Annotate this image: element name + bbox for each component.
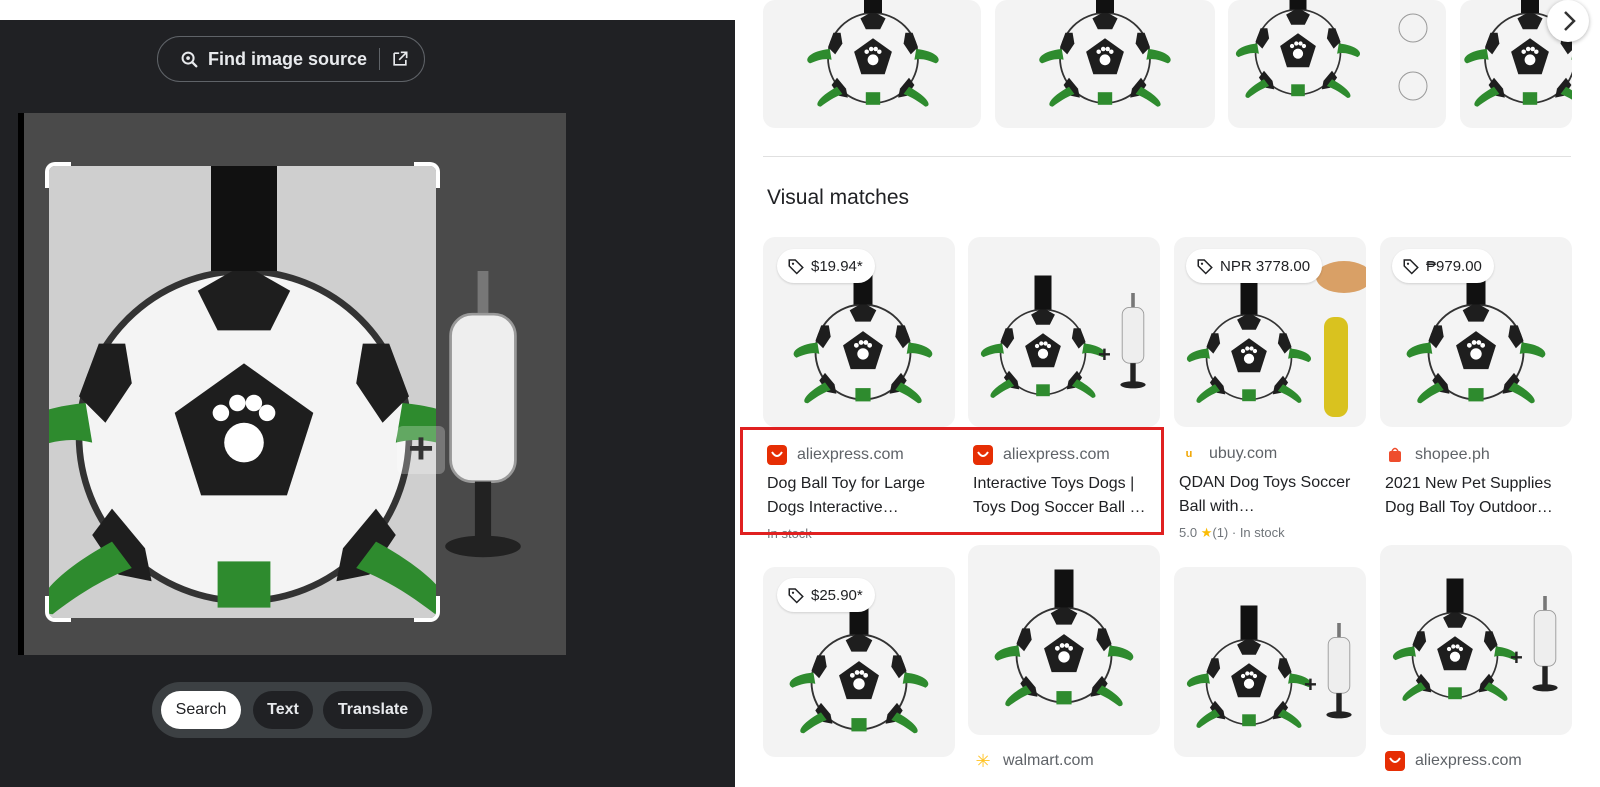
price-tag-icon [1197, 259, 1213, 275]
plus-icon[interactable]: + [397, 426, 445, 474]
result-source[interactable]: shopee.ph [1385, 445, 1490, 465]
review-count: (1) [1212, 525, 1229, 540]
walmart-favicon: ✳ [973, 751, 993, 771]
red-highlight-box [740, 427, 1164, 535]
pump-image [443, 269, 523, 559]
svg-text:+: + [1304, 672, 1317, 697]
result-image-7[interactable]: + [1174, 567, 1366, 757]
result-card-top[interactable] [1228, 0, 1446, 128]
image-edge [18, 113, 24, 655]
crop-handle-top-left[interactable] [45, 162, 71, 188]
result-source[interactable]: u ubuy.com [1179, 444, 1277, 464]
product-thumbnail: + [980, 274, 1147, 399]
site-name: walmart.com [1003, 752, 1094, 769]
lens-mode-switcher: Search Text Translate [152, 682, 432, 738]
crop-selection[interactable] [49, 166, 436, 618]
crop-handle-bottom-right[interactable] [414, 596, 440, 622]
product-thumbnail [1235, 0, 1428, 101]
product-thumbnail [993, 568, 1135, 708]
product-thumbnail [1038, 0, 1172, 108]
find-image-source-button[interactable]: Find image source [157, 36, 425, 82]
price-text: NPR 3778.00 [1220, 257, 1311, 275]
crop-handle-top-right[interactable] [414, 162, 440, 188]
price-tag-icon [788, 259, 804, 275]
tab-text[interactable]: Text [253, 691, 313, 729]
svg-text:+: + [1510, 645, 1523, 670]
result-card-top[interactable] [763, 0, 981, 128]
site-name: ubuy.com [1209, 445, 1278, 462]
stock-status: In stock [1239, 525, 1285, 540]
result-image-8[interactable]: + [1380, 545, 1572, 735]
svg-text:+: + [1098, 342, 1111, 367]
price-tag-icon [788, 588, 804, 604]
external-link-icon [393, 51, 408, 66]
tab-translate[interactable]: Translate [323, 691, 423, 729]
product-thumbnail [806, 0, 940, 108]
result-title[interactable]: 2021 New Pet Supplies Dog Ball Toy Outdo… [1385, 472, 1565, 520]
rating-value: 5.0 [1179, 525, 1198, 540]
site-name: shopee.ph [1415, 446, 1490, 463]
star-icon: ★ [1200, 525, 1213, 540]
result-source[interactable]: ✳ walmart.com [973, 751, 1094, 771]
price-badge: NPR 3778.00 [1186, 249, 1323, 283]
site-name: aliexpress.com [1415, 752, 1522, 769]
visual-matches-heading: Visual matches [767, 186, 910, 209]
result-image-6[interactable] [968, 545, 1160, 735]
ubuy-favicon: u [1179, 444, 1199, 464]
price-badge: $25.90* [777, 578, 875, 612]
result-image-2[interactable]: + [968, 237, 1160, 427]
section-divider [763, 156, 1571, 157]
product-thumbnail: + [1186, 604, 1353, 729]
price-text: $19.94* [811, 257, 863, 275]
result-card-top[interactable] [995, 0, 1215, 128]
price-text: $25.90* [811, 586, 863, 604]
product-thumbnail: + [1392, 577, 1559, 702]
tab-search[interactable]: Search [161, 691, 241, 729]
lens-search-icon [181, 51, 198, 68]
selected-ball-image [49, 166, 436, 618]
find-image-source-label: Find image source [208, 48, 368, 69]
price-badge: ₱979.00 [1392, 249, 1494, 283]
result-source[interactable]: aliexpress.com [1385, 751, 1522, 771]
rating-row: 5.0 ★(1) · In stock [1179, 525, 1285, 540]
price-badge: $19.94* [777, 249, 875, 283]
aliexpress-favicon [1385, 751, 1405, 771]
crop-handle-bottom-left[interactable] [45, 596, 71, 622]
chevron-right-icon[interactable] [1547, 0, 1589, 42]
divider [379, 48, 381, 70]
price-text: ₱979.00 [1426, 257, 1482, 275]
shopee-favicon [1385, 445, 1405, 465]
price-tag-icon [1403, 259, 1419, 275]
result-title[interactable]: QDAN Dog Toys Soccer Ball with… [1179, 471, 1359, 519]
